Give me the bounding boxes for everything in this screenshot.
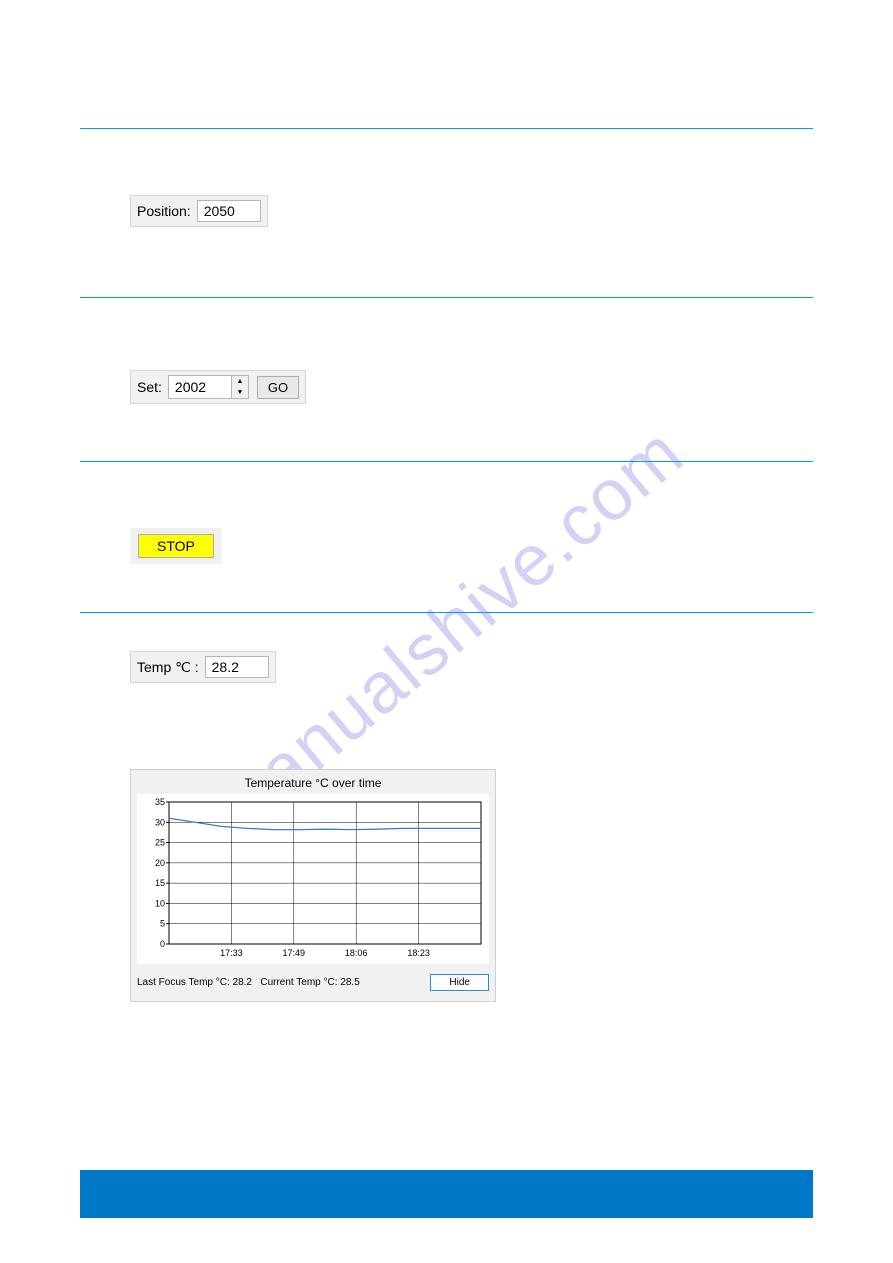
chart-area: 0 5 10 15 20 25 30 35 17:33 17:49 18:06 18:23 <box>137 794 489 964</box>
svg-text:17:33: 17:33 <box>220 948 243 958</box>
divider-2 <box>80 297 813 298</box>
set-section: Set: ▲ ▼ GO <box>0 370 306 404</box>
position-label: Position: <box>137 203 191 219</box>
divider-1 <box>80 128 813 129</box>
current-temp-value: 28.5 <box>340 977 359 988</box>
last-focus-label: Last Focus Temp °C: <box>137 977 230 988</box>
svg-text:18:23: 18:23 <box>407 948 430 958</box>
svg-text:25: 25 <box>155 838 165 848</box>
svg-text:15: 15 <box>155 878 165 888</box>
go-button[interactable]: GO <box>257 376 299 399</box>
chart-footer-text: Last Focus Temp °C: 28.2 Current Temp °C… <box>137 977 360 988</box>
divider-3 <box>80 461 813 462</box>
position-section: Position: 2050 <box>0 195 268 227</box>
spinner-down-button[interactable]: ▼ <box>232 387 248 398</box>
temp-value: 28.2 <box>205 656 269 678</box>
spinner-up-button[interactable]: ▲ <box>232 376 248 387</box>
spinner-arrows: ▲ ▼ <box>231 376 248 398</box>
temp-section: Temp ℃ : 28.2 <box>0 651 276 683</box>
temp-panel: Temp ℃ : 28.2 <box>130 651 276 683</box>
temp-label: Temp ℃ : <box>137 659 199 676</box>
set-label: Set: <box>137 379 162 395</box>
position-panel: Position: 2050 <box>130 195 268 227</box>
hide-button[interactable]: Hide <box>430 974 489 991</box>
stop-button[interactable]: STOP <box>138 534 214 558</box>
svg-text:20: 20 <box>155 858 165 868</box>
svg-text:18:06: 18:06 <box>345 948 368 958</box>
svg-text:35: 35 <box>155 797 165 807</box>
set-spinner[interactable]: ▲ ▼ <box>168 375 249 399</box>
stop-section: STOP <box>0 528 222 564</box>
svg-text:5: 5 <box>160 919 165 929</box>
divider-4 <box>80 612 813 613</box>
last-focus-value: 28.2 <box>233 977 252 988</box>
chart-panel: Temperature °C over time 0 5 10 15 20 25 30 35 1… <box>130 769 496 1002</box>
chart-footer: Last Focus Temp °C: 28.2 Current Temp °C… <box>137 974 489 991</box>
chart-svg: 0 5 10 15 20 25 30 35 17:33 17:49 18:06 18:23 <box>137 794 489 964</box>
svg-text:10: 10 <box>155 898 165 908</box>
current-temp-label: Current Temp °C: <box>260 977 337 988</box>
footer-bar <box>80 1170 813 1218</box>
set-value-input[interactable] <box>169 376 231 398</box>
svg-text:17:49: 17:49 <box>283 948 306 958</box>
svg-text:30: 30 <box>155 817 165 827</box>
position-value: 2050 <box>197 200 261 222</box>
set-panel: Set: ▲ ▼ GO <box>130 370 306 404</box>
svg-text:0: 0 <box>160 939 165 949</box>
chart-title: Temperature °C over time <box>137 776 489 790</box>
stop-panel: STOP <box>130 528 222 564</box>
